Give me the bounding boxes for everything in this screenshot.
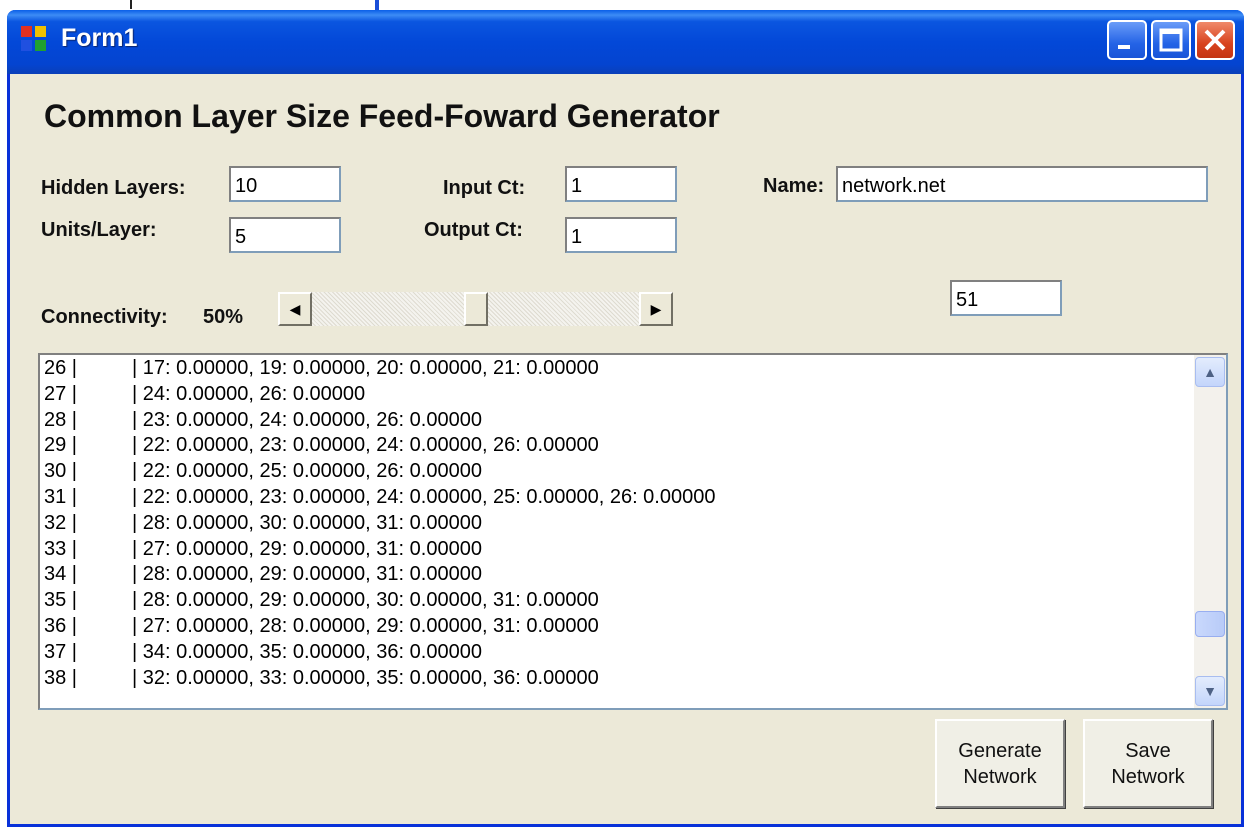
arrow-left-icon: ◀	[289, 300, 301, 317]
generate-network-button[interactable]: Generate Network	[935, 719, 1065, 808]
background-blue-bar	[375, 0, 379, 10]
network-listbox[interactable]: 26 | | 17: 0.00000, 19: 0.00000, 20: 0.00…	[38, 353, 1228, 710]
list-item-text: | 34: 0.00000, 35: 0.00000, 36: 0.00000	[132, 640, 482, 663]
list-item-text: | 23: 0.00000, 24: 0.00000, 26: 0.00000	[132, 408, 482, 431]
list-item-text: | 32: 0.00000, 33: 0.00000, 35: 0.00000,…	[132, 666, 599, 689]
list-item-text: | 28: 0.00000, 29: 0.00000, 30: 0.00000,…	[132, 589, 599, 612]
list-item-index: 31 |	[44, 486, 77, 508]
slider-right-button[interactable]: ▶	[639, 292, 673, 326]
close-icon	[1204, 29, 1226, 51]
arrow-down-icon: ▼	[1203, 683, 1217, 699]
arrow-right-icon: ▶	[650, 300, 662, 317]
list-item-text: | 28: 0.00000, 30: 0.00000, 31: 0.00000	[132, 511, 482, 534]
units-layer-label: Units/Layer:	[41, 219, 157, 241]
hidden-layers-input[interactable]: 10	[229, 166, 341, 202]
form-window: Form1 Common Layer Size Feed-Foward Gene…	[7, 10, 1244, 827]
scroll-thumb[interactable]	[1195, 611, 1225, 637]
list-item-text: | 17: 0.00000, 19: 0.00000, 20: 0.00000,…	[132, 357, 599, 379]
list-item-index: 38 |	[44, 666, 77, 689]
minimize-button[interactable]	[1107, 20, 1147, 60]
listbox-vscrollbar[interactable]: ▲ ▼	[1194, 355, 1226, 708]
list-item-index: 29 |	[44, 434, 77, 457]
title-bar[interactable]: Form1	[7, 10, 1244, 74]
name-input[interactable]: network.net	[836, 166, 1208, 202]
minimize-icon	[1118, 45, 1130, 49]
close-button[interactable]	[1195, 20, 1235, 60]
list-item-index: 32 |	[44, 511, 77, 534]
arrow-up-icon: ▲	[1203, 364, 1217, 380]
connectivity-slider[interactable]: ◀ ▶	[278, 292, 673, 326]
list-item-text: | 22: 0.00000, 23: 0.00000, 24: 0.00000,…	[132, 486, 716, 508]
list-item-index: 26 |	[44, 357, 77, 379]
connectivity-label: Connectivity:	[41, 306, 168, 328]
list-item-text: | 22: 0.00000, 25: 0.00000, 26: 0.00000	[132, 460, 482, 483]
scroll-down-button[interactable]: ▼	[1195, 676, 1225, 706]
list-item-index: 33 |	[44, 537, 77, 560]
list-item-index: 34 |	[44, 563, 77, 586]
connectivity-value: 50%	[203, 306, 244, 328]
scroll-up-button[interactable]: ▲	[1195, 357, 1225, 387]
list-item-text: | 22: 0.00000, 23: 0.00000, 24: 0.00000,…	[132, 434, 599, 457]
app-icon	[21, 26, 49, 54]
list-item-index: 36 |	[44, 615, 77, 637]
output-count-input[interactable]: 1	[565, 217, 677, 253]
slider-left-button[interactable]: ◀	[278, 292, 312, 326]
window-title: Form1	[61, 24, 138, 52]
list-item-text: | 28: 0.00000, 29: 0.00000, 31: 0.00000	[132, 563, 482, 586]
input-count-input[interactable]: 1	[565, 166, 677, 202]
background-fragment	[130, 0, 132, 9]
name-label: Name:	[763, 175, 825, 197]
input-count-label: Input Ct:	[443, 177, 526, 199]
output-count-label: Output Ct:	[424, 219, 523, 241]
units-layer-input[interactable]: 5	[229, 217, 341, 253]
count-output-box[interactable]: 51	[950, 280, 1062, 316]
list-item-index: 30 |	[44, 460, 77, 483]
slider-thumb[interactable]	[463, 292, 488, 326]
save-network-button[interactable]: Save Network	[1083, 719, 1213, 808]
list-item-text: | 27: 0.00000, 28: 0.00000, 29: 0.00000,…	[132, 615, 599, 637]
form-heading: Common Layer Size Feed-Foward Generator	[44, 98, 720, 134]
list-item-text: | 27: 0.00000, 29: 0.00000, 31: 0.00000	[132, 537, 482, 560]
list-item-index: 37 |	[44, 640, 77, 663]
list-item-text: | 24: 0.00000, 26: 0.00000	[132, 382, 366, 405]
maximize-button[interactable]	[1151, 20, 1191, 60]
list-item-index: 35 |	[44, 589, 77, 612]
list-item-index: 28 |	[44, 408, 77, 431]
maximize-icon	[1159, 28, 1183, 52]
hidden-layers-label: Hidden Layers:	[41, 177, 186, 199]
list-item-index: 27 |	[44, 382, 77, 405]
